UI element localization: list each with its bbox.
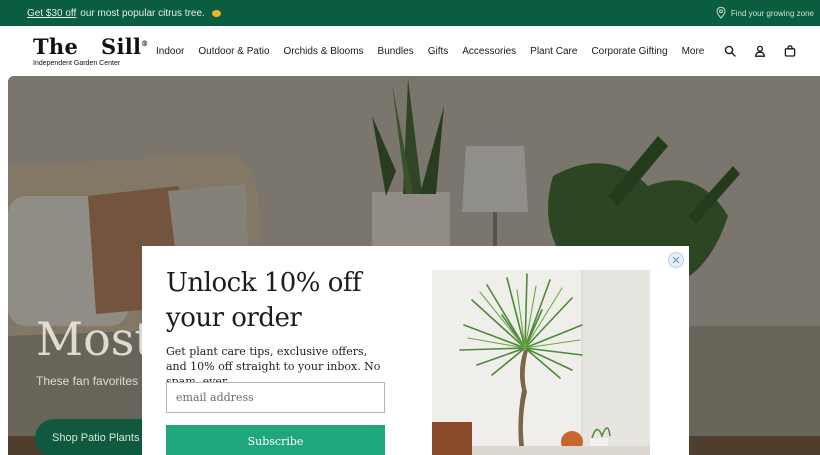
nav-item-bundles[interactable]: Bundles <box>378 46 414 57</box>
newsletter-modal: Unlock 10% off your order Get plant care… <box>142 246 689 455</box>
growing-zone-link[interactable]: Find your growing zone <box>716 0 814 26</box>
subscribe-button[interactable]: Subscribe <box>166 425 385 455</box>
logo-tagline: Independent Garden Center <box>33 60 121 67</box>
promo-text: our most popular citrus tree. <box>80 7 205 19</box>
close-modal-button[interactable] <box>668 252 684 268</box>
logo-wordmark: The Sill® <box>33 34 149 59</box>
hero-subtitle: These fan favorites <box>36 374 139 388</box>
promo-message: Get $30 off our most popular citrus tree… <box>27 8 221 19</box>
nav-item-accessories[interactable]: Accessories <box>462 46 516 57</box>
nav-item-outdoor-patio[interactable]: Outdoor & Patio <box>198 46 269 57</box>
lemon-icon <box>211 9 221 17</box>
search-icon[interactable] <box>724 45 736 57</box>
modal-title: Unlock 10% off your order <box>166 268 362 333</box>
modal-plant-photo <box>432 270 650 455</box>
announcement-bar: Get $30 off our most popular citrus tree… <box>0 0 820 26</box>
main-nav: Indoor Outdoor & Patio Orchids & Blooms … <box>156 26 704 76</box>
email-field[interactable] <box>166 382 385 413</box>
nav-item-gifts[interactable]: Gifts <box>428 46 449 57</box>
nav-item-corporate-gifting[interactable]: Corporate Gifting <box>591 46 667 57</box>
nav-item-orchids-blooms[interactable]: Orchids & Blooms <box>284 46 364 57</box>
nav-item-indoor[interactable]: Indoor <box>156 46 184 57</box>
hero-title: Most <box>36 312 153 366</box>
cart-icon[interactable] <box>784 45 796 57</box>
close-icon <box>672 256 680 264</box>
account-icon[interactable] <box>754 45 766 57</box>
logo[interactable]: The Sill® Independent Garden Center <box>33 33 149 69</box>
growing-zone-text: Find your growing zone <box>730 8 814 18</box>
location-pin-icon <box>716 7 726 19</box>
nav-item-more[interactable]: More <box>682 46 705 57</box>
promo-link[interactable]: Get $30 off <box>27 8 76 19</box>
nav-item-plant-care[interactable]: Plant Care <box>530 46 577 57</box>
site-header: The Sill® Independent Garden Center Indo… <box>0 26 820 76</box>
header-icons <box>724 26 796 76</box>
